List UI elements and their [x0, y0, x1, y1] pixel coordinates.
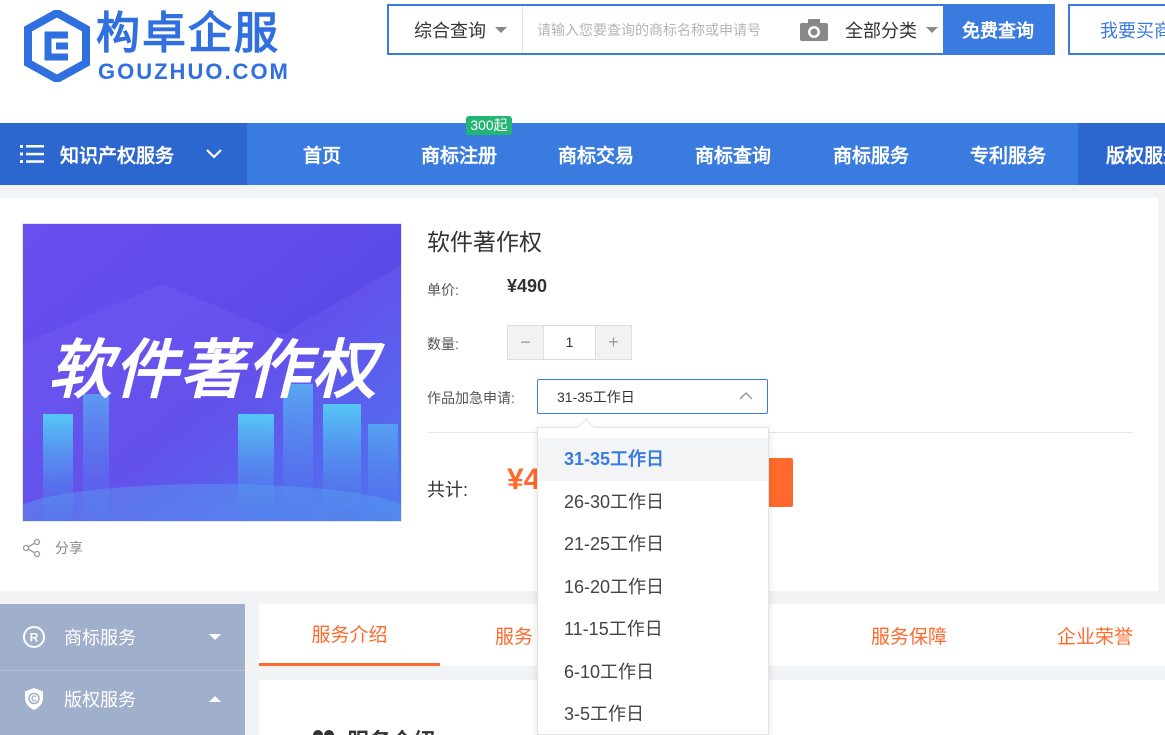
nav-home[interactable]: 首页 [262, 123, 382, 185]
chevron-down-icon [206, 149, 222, 159]
nav-patent-services[interactable]: 专利服务 [948, 123, 1068, 185]
nav-trademark-services[interactable]: 商标服务 [811, 123, 931, 185]
urgent-application-select[interactable]: 31-35工作日 [537, 379, 768, 414]
buy-trademark-button[interactable]: 我要买商标 [1068, 4, 1165, 55]
product-banner-art: 软件著作权 [23, 224, 401, 521]
camera-icon[interactable] [799, 18, 829, 42]
sidebar-item-trademark[interactable]: R 商标服务 [0, 606, 245, 668]
quantity-stepper: − 1 + [507, 325, 632, 360]
tab-service-guarantee[interactable]: 服务保障 [849, 604, 969, 666]
triangle-up-icon [209, 696, 221, 702]
logo-subtitle: GOUZHUO.COM [98, 59, 290, 84]
nav-copyright-services[interactable]: 版权服务 [1078, 123, 1165, 185]
search-bar: 综合查询 全部分类 免费查询 [387, 4, 1055, 55]
share-icon [22, 538, 41, 558]
dropdown-option[interactable]: 31-35工作日 [538, 438, 768, 481]
free-search-button[interactable]: 免费查询 [943, 6, 1053, 53]
unit-price-label: 单价: [427, 282, 459, 298]
category-menu[interactable]: 知识产权服务 [0, 123, 247, 185]
svg-text:C: C [31, 695, 37, 704]
quantity-decrease-button[interactable]: − [508, 326, 543, 359]
quantity-label: 数量: [427, 336, 459, 352]
header: 构卓企服 GOUZHUO.COM 综合查询 全部分类 免费查询 我要买商标 [0, 0, 1165, 123]
share-button[interactable]: 分享 [22, 538, 83, 558]
quantity-increase-button[interactable]: + [596, 326, 631, 359]
registered-icon: R [23, 626, 45, 648]
search-type-label: 综合查询 [414, 20, 486, 41]
site-logo[interactable]: 构卓企服 GOUZHUO.COM [24, 8, 334, 88]
search-category-select[interactable]: 全部分类 [837, 6, 947, 53]
share-label: 分享 [55, 540, 83, 556]
product-image-text: 软件著作权 [48, 334, 385, 406]
svg-text:R: R [30, 631, 39, 645]
total-label: 共计: [427, 480, 469, 500]
search-category-label: 全部分类 [845, 20, 917, 41]
menu-icon [20, 145, 44, 163]
sidebar-item-label: 版权服务 [64, 690, 136, 710]
category-menu-label: 知识产权服务 [60, 145, 175, 167]
users-icon [313, 730, 334, 735]
product-title: 软件著作权 [427, 229, 542, 255]
search-type-select[interactable]: 综合查询 [389, 6, 523, 53]
section-title-label: 服务介绍 [347, 724, 435, 735]
dropdown-option[interactable]: 3-5工作日 [538, 693, 768, 734]
dropdown-option[interactable]: 26-30工作日 [538, 481, 768, 524]
product-image: 软件著作权 [22, 223, 402, 522]
quantity-input[interactable]: 1 [543, 326, 596, 359]
price-badge: 300起 [466, 116, 512, 135]
sidebar-item-copyright[interactable]: C 版权服务 [0, 668, 245, 730]
main-nav: 知识产权服务 首页 商标注册 商标交易 商标查询 商标服务 专利服务 版权服务 [0, 123, 1165, 185]
tab-service-intro[interactable]: 服务介绍 [259, 604, 440, 666]
tab-company-honors[interactable]: 企业荣誉 [1035, 604, 1155, 666]
divider [427, 432, 1134, 433]
service-sidebar: R 商标服务 C 版权服务 [0, 604, 245, 735]
dropdown-option[interactable]: 21-25工作日 [538, 523, 768, 566]
nav-trademark-search[interactable]: 商标查询 [673, 123, 793, 185]
chevron-up-icon [739, 391, 753, 400]
search-input[interactable] [537, 18, 787, 42]
urgent-application-value: 31-35工作日 [557, 388, 635, 405]
sidebar-item-label: 商标服务 [64, 628, 136, 648]
copyright-shield-icon: C [25, 688, 43, 710]
section-title: 服务介绍 [309, 724, 435, 735]
caret-down-icon [926, 26, 938, 33]
unit-price-value: ¥490 [507, 276, 548, 296]
logo-mark-icon [24, 10, 90, 82]
caret-down-icon [495, 26, 507, 33]
nav-trademark-trading[interactable]: 商标交易 [536, 123, 656, 185]
triangle-down-icon [209, 634, 221, 640]
urgent-options-dropdown: 31-35工作日 26-30工作日 21-25工作日 16-20工作日 11-1… [537, 427, 769, 735]
logo-title: 构卓企服 [96, 9, 280, 58]
dropdown-option[interactable]: 16-20工作日 [538, 566, 768, 609]
dropdown-option[interactable]: 6-10工作日 [538, 651, 768, 694]
urgent-application-label: 作品加急申请: [427, 390, 515, 406]
dropdown-option[interactable]: 11-15工作日 [538, 608, 768, 651]
